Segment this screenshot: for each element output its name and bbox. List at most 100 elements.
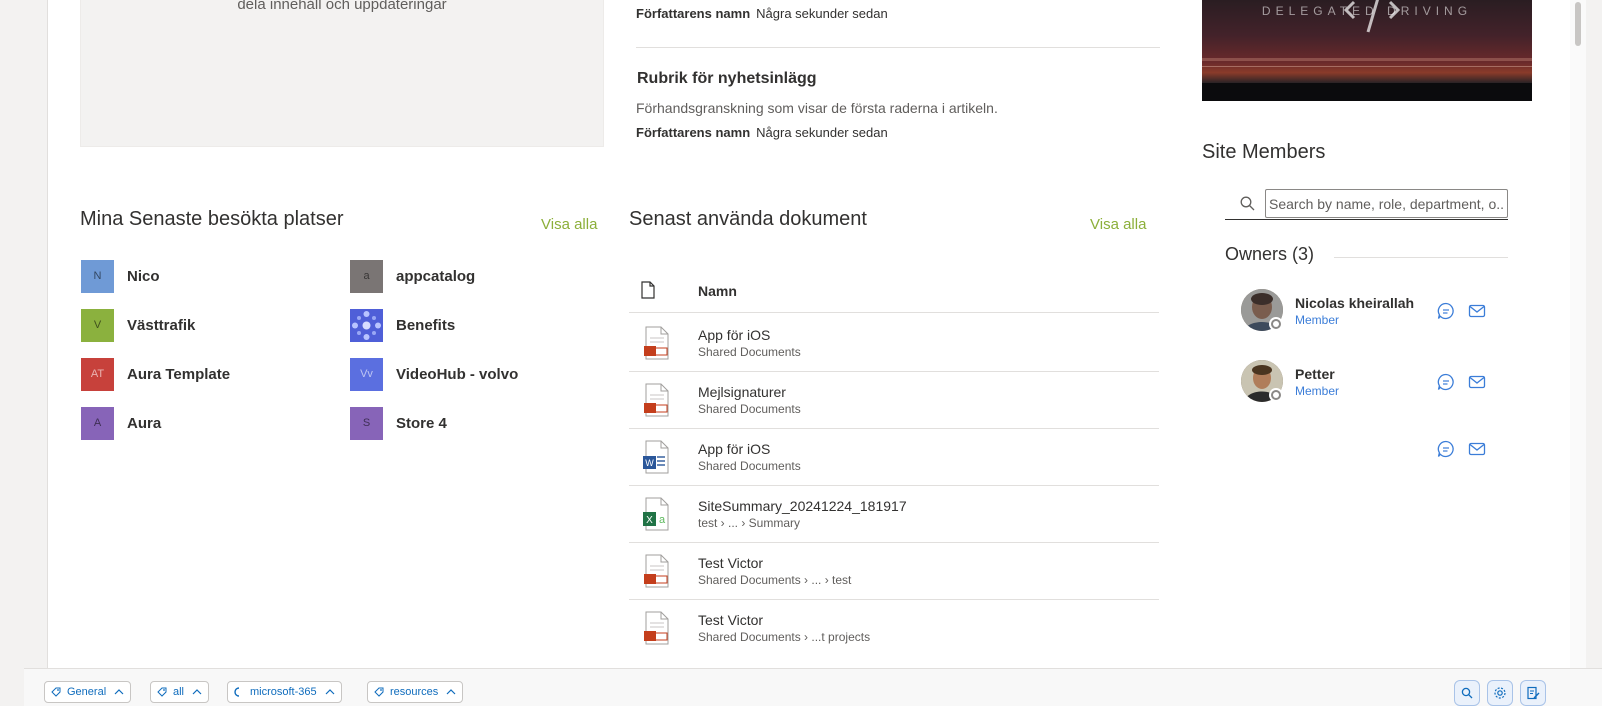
chat-icon[interactable] bbox=[1436, 439, 1456, 459]
word-file-icon: W bbox=[643, 440, 669, 474]
doc-row[interactable]: Mejlsignaturer Shared Documents bbox=[629, 371, 1159, 429]
site-members-title: Site Members bbox=[1202, 141, 1326, 163]
site-name: Store 4 bbox=[396, 414, 447, 432]
member-name: Nicolas kheirallah bbox=[1295, 295, 1415, 311]
news-item-meta: Författarens namn Några sekunder sedan bbox=[636, 6, 888, 21]
site-tile: V bbox=[81, 308, 114, 342]
doc-row[interactable]: App för iOS Shared Documents bbox=[629, 314, 1159, 372]
member-card[interactable]: Petter Member bbox=[1241, 360, 1501, 404]
tag-chip-general[interactable]: General bbox=[44, 681, 132, 703]
site-item-nico[interactable]: N Nico bbox=[81, 259, 160, 293]
doc-path: Shared Documents › ... › test bbox=[698, 573, 852, 587]
mail-icon[interactable] bbox=[1467, 372, 1487, 392]
recent-sites-title: Mina Senaste besökta platser bbox=[80, 208, 344, 230]
page-canvas: dela innehåll och uppdateringar Författa… bbox=[48, 0, 1586, 668]
recent-docs-see-all-link[interactable]: Visa alla bbox=[1090, 216, 1146, 233]
chevron-up-icon bbox=[446, 689, 456, 695]
hero-glow bbox=[1202, 66, 1532, 67]
edit-notes-button[interactable] bbox=[1520, 680, 1546, 706]
tag-chip-microsoft-365[interactable]: microsoft-365 bbox=[227, 681, 342, 703]
settings-button[interactable] bbox=[1487, 680, 1513, 706]
chat-icon[interactable] bbox=[1436, 372, 1456, 392]
site-tile: N bbox=[81, 259, 114, 293]
news-divider bbox=[636, 47, 1160, 48]
hero-image[interactable]: DELEGATED DRIVING bbox=[1202, 0, 1532, 101]
tag-label: all bbox=[173, 686, 185, 698]
member-search bbox=[1225, 189, 1508, 220]
site-tile: AT bbox=[81, 357, 114, 391]
recent-sites-see-all-link[interactable]: Visa alla bbox=[541, 216, 597, 233]
search-icon bbox=[1240, 196, 1255, 211]
doc-row[interactable]: W App för iOS Shared Documents bbox=[629, 428, 1159, 486]
microsoft-365-icon bbox=[234, 687, 244, 697]
site-name: Aura Template bbox=[127, 365, 231, 383]
owners-divider bbox=[1334, 257, 1508, 258]
doc-row[interactable]: Test Victor Shared Documents › ...t proj… bbox=[629, 599, 1159, 657]
powerpoint-file-icon bbox=[644, 326, 669, 360]
doc-row[interactable]: Test Victor Shared Documents › ... › tes… bbox=[629, 542, 1159, 600]
recent-docs-title: Senast använda dokument bbox=[629, 208, 867, 230]
doc-name: Test Victor bbox=[698, 555, 764, 571]
file-type-column-icon[interactable] bbox=[641, 281, 655, 299]
doc-path: Shared Documents › ...t projects bbox=[698, 630, 871, 644]
site-item-benefits[interactable]: Benefits bbox=[350, 308, 455, 342]
tag-icon bbox=[374, 687, 384, 697]
news-author: Författarens namn bbox=[636, 125, 751, 140]
news-item-meta: Författarens namn Några sekunder sedan bbox=[636, 125, 888, 140]
tag-icon bbox=[157, 687, 167, 697]
site-name: Benefits bbox=[396, 316, 456, 334]
site-tile: S bbox=[350, 406, 383, 440]
chevron-up-icon bbox=[325, 689, 335, 695]
site-tile bbox=[350, 308, 383, 342]
member-search-input[interactable] bbox=[1265, 189, 1508, 218]
member-role: Member bbox=[1295, 313, 1340, 327]
site-item-vasttrafik[interactable]: V Västtrafik bbox=[81, 308, 195, 342]
member-name: Petter bbox=[1295, 366, 1335, 382]
site-tile: A bbox=[81, 406, 114, 440]
doc-path: Shared Documents bbox=[698, 402, 801, 416]
site-item-videohub-volvo[interactable]: Vv VideoHub - volvo bbox=[350, 357, 518, 391]
webpart-placeholder: dela innehåll och uppdateringar bbox=[80, 0, 604, 147]
gear-icon bbox=[1494, 687, 1506, 699]
svg-text:W: W bbox=[645, 458, 654, 468]
powerpoint-file-icon bbox=[644, 554, 669, 588]
column-header-name[interactable]: Namn bbox=[698, 283, 737, 299]
mail-icon[interactable] bbox=[1467, 301, 1487, 321]
doc-row[interactable]: a X SiteSummary_20241224_181917 test › .… bbox=[629, 485, 1159, 543]
hero-glow bbox=[1202, 58, 1532, 61]
member-card[interactable] bbox=[1241, 427, 1501, 471]
powerpoint-file-icon bbox=[644, 383, 669, 417]
site-name: VideoHub - volvo bbox=[396, 365, 519, 383]
site-item-aura[interactable]: A Aura bbox=[81, 406, 161, 440]
left-edge-strip bbox=[0, 0, 48, 706]
site-name: Nico bbox=[127, 267, 160, 285]
tag-chip-resources[interactable]: resources bbox=[367, 681, 464, 703]
site-tile: a bbox=[350, 259, 383, 293]
doc-name: Test Victor bbox=[698, 612, 764, 628]
doc-path: Shared Documents bbox=[698, 345, 801, 359]
site-name: Aura bbox=[127, 414, 162, 432]
member-card[interactable]: Nicolas kheirallah Member bbox=[1241, 289, 1501, 333]
benefits-pattern-icon bbox=[352, 310, 381, 340]
doc-name: App för iOS bbox=[698, 327, 771, 343]
scrollbar-thumb[interactable] bbox=[1575, 2, 1581, 46]
search-button[interactable] bbox=[1454, 680, 1480, 706]
svg-text:X: X bbox=[646, 515, 653, 526]
site-tile: Vv bbox=[350, 357, 383, 391]
tag-label: General bbox=[67, 686, 107, 698]
doc-name: App för iOS bbox=[698, 441, 771, 457]
bottom-tag-bar: General all microsoft-365 resources bbox=[24, 668, 1602, 706]
site-item-store-4[interactable]: S Store 4 bbox=[350, 406, 447, 440]
page-scrollbar[interactable] bbox=[1570, 0, 1586, 668]
presence-status-icon bbox=[1269, 317, 1283, 331]
news-time: Några sekunder sedan bbox=[756, 6, 888, 21]
news-preview: Förhandsgranskning som visar de första r… bbox=[636, 100, 998, 116]
tag-label: microsoft-365 bbox=[250, 686, 317, 698]
site-item-aura-template[interactable]: AT Aura Template bbox=[81, 357, 230, 391]
news-title[interactable]: Rubrik för nyhetsinlägg bbox=[637, 70, 817, 88]
chevron-up-icon bbox=[114, 689, 124, 695]
site-item-appcatalog[interactable]: a appcatalog bbox=[350, 259, 475, 293]
chat-icon[interactable] bbox=[1436, 301, 1456, 321]
mail-icon[interactable] bbox=[1467, 439, 1487, 459]
tag-chip-all[interactable]: all bbox=[150, 681, 210, 703]
